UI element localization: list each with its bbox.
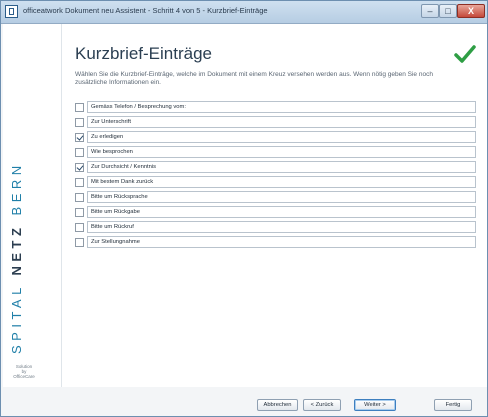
entry-row: Zur Stellungnahme bbox=[75, 236, 480, 248]
entry-row: Mit bestem Dank zurück bbox=[75, 176, 480, 188]
entry-row: Gemäss Telefon / Besprechung vom: bbox=[75, 101, 480, 113]
entry-text-field[interactable]: Zu erledigen bbox=[87, 131, 476, 143]
solution-line-3: OfficeCare bbox=[13, 374, 35, 379]
entry-text-field[interactable]: Zur Durchsicht / Kenntnis bbox=[87, 161, 476, 173]
brand-text-spital: SPITAL bbox=[9, 283, 24, 354]
entry-checkbox[interactable] bbox=[75, 118, 84, 127]
finish-button[interactable]: Fertig bbox=[434, 399, 472, 411]
entry-checkbox[interactable] bbox=[75, 103, 84, 112]
footer-bar: Abbrechen < Zurück Weiter > Fertig bbox=[3, 387, 487, 416]
entry-text-field[interactable]: Bitte um Rückruf bbox=[87, 221, 476, 233]
entry-checkbox[interactable] bbox=[75, 238, 84, 247]
entry-checkbox[interactable] bbox=[75, 193, 84, 202]
entry-checkbox[interactable] bbox=[75, 208, 84, 217]
entry-checkbox[interactable] bbox=[75, 163, 84, 172]
entry-checkbox[interactable] bbox=[75, 148, 84, 157]
entry-text-field[interactable]: Bitte um Rücksprache bbox=[87, 191, 476, 203]
entry-row: Bitte um Rücksprache bbox=[75, 191, 480, 203]
next-button[interactable]: Weiter > bbox=[354, 399, 396, 411]
entry-row: Zur Durchsicht / Kenntnis bbox=[75, 161, 480, 173]
maximize-button[interactable]: □ bbox=[439, 4, 457, 18]
entry-text-field[interactable]: Gemäss Telefon / Besprechung vom: bbox=[87, 101, 476, 113]
main-panel: Kurzbrief-Einträge Wählen Sie die Kurzbr… bbox=[62, 24, 487, 416]
brand-text-bern: BERN bbox=[9, 161, 24, 216]
entry-list: Gemäss Telefon / Besprechung vom: Zur Unt… bbox=[75, 101, 480, 251]
entry-text-field[interactable]: Bitte um Rückgabe bbox=[87, 206, 476, 218]
entry-row: Zur Unterschrift bbox=[75, 116, 480, 128]
entry-row: Zu erledigen bbox=[75, 131, 480, 143]
page-description: Wählen Sie die Kurzbrief-Einträge, welch… bbox=[75, 71, 433, 86]
entry-text-field[interactable]: Wie besprochen bbox=[87, 146, 476, 158]
brand-text-netz: NETZ bbox=[9, 223, 24, 276]
entry-row: Bitte um Rückgabe bbox=[75, 206, 480, 218]
app-icon bbox=[5, 5, 18, 18]
entry-row: Wie besprochen bbox=[75, 146, 480, 158]
page-title: Kurzbrief-Einträge bbox=[75, 44, 213, 63]
sidebar: SPITAL NETZ BERN Solution by OfficeCare … bbox=[3, 24, 62, 416]
entry-text-field[interactable]: Mit bestem Dank zurück bbox=[87, 176, 476, 188]
minimize-button[interactable]: – bbox=[421, 4, 439, 18]
cancel-button[interactable]: Abbrechen bbox=[257, 399, 298, 411]
entry-row: Bitte um Rückruf bbox=[75, 221, 480, 233]
check-icon bbox=[454, 45, 476, 63]
entry-text-field[interactable]: Zur Unterschrift bbox=[87, 116, 476, 128]
back-button[interactable]: < Zurück bbox=[303, 399, 341, 411]
entry-text-field[interactable]: Zur Stellungnahme bbox=[87, 236, 476, 248]
close-button[interactable]: X bbox=[457, 4, 485, 18]
solution-note: Solution by OfficeCare bbox=[7, 364, 41, 379]
brand-logo: SPITAL NETZ BERN bbox=[9, 104, 31, 354]
entry-checkbox[interactable] bbox=[75, 178, 84, 187]
wizard-window: officeatwork Dokument neu Assistent - Sc… bbox=[0, 0, 488, 417]
entry-checkbox[interactable] bbox=[75, 133, 84, 142]
window-title: officeatwork Dokument neu Assistent - Sc… bbox=[23, 6, 268, 15]
entry-checkbox[interactable] bbox=[75, 223, 84, 232]
title-bar[interactable]: officeatwork Dokument neu Assistent - Sc… bbox=[1, 1, 487, 24]
